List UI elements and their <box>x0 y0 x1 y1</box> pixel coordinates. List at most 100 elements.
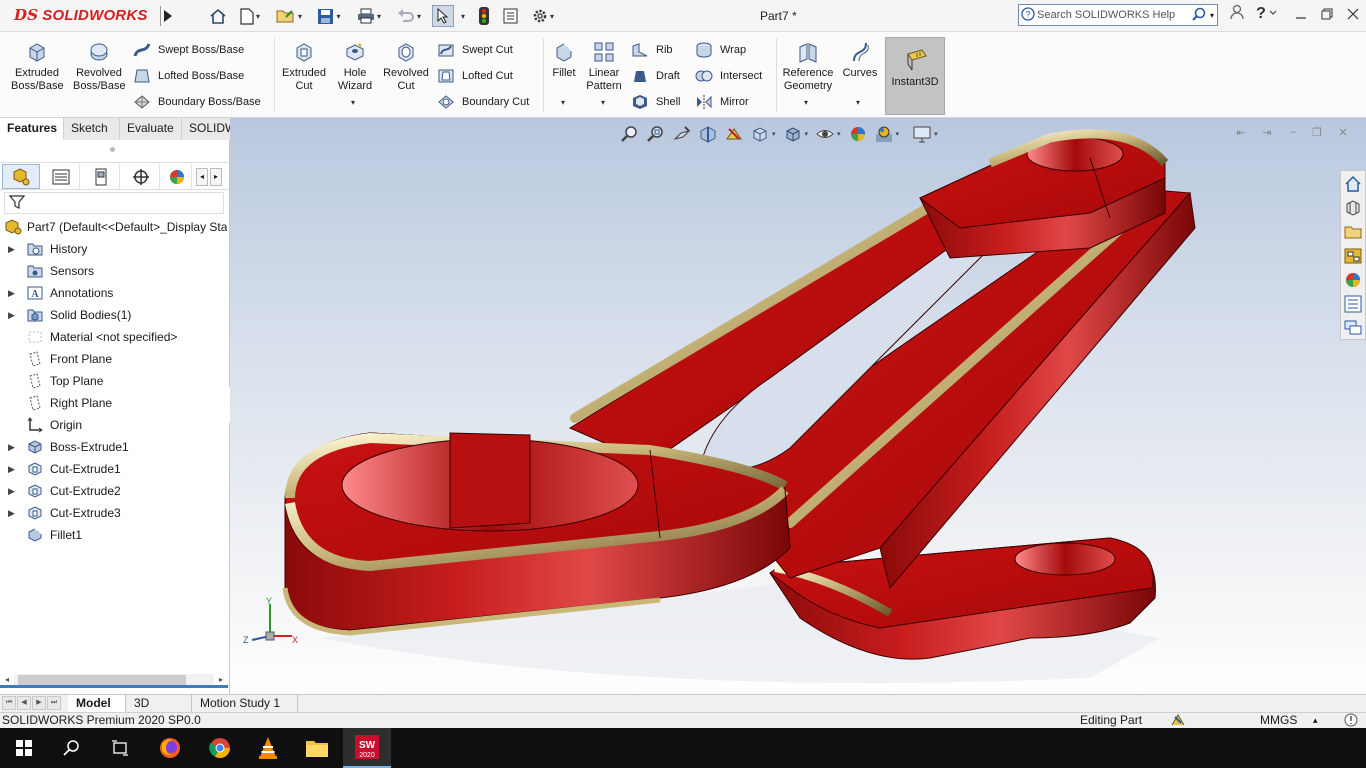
scroll-thumb[interactable] <box>18 675 186 685</box>
rib-button[interactable]: Rib <box>630 40 673 60</box>
design-library-icon[interactable] <box>1341 197 1365 219</box>
tree-root-part[interactable]: Part7 (Default<<Default>_Display Sta <box>0 216 228 238</box>
minimize-window-icon[interactable] <box>1288 4 1314 26</box>
next-tab-arrow-icon[interactable]: ▶ <box>32 696 46 710</box>
save-icon[interactable]: ▾ <box>312 5 346 27</box>
last-tab-arrow-icon[interactable]: ⏭ <box>47 696 61 710</box>
instant3d-button[interactable]: Instant3D <box>885 37 945 115</box>
panel-grip-icon[interactable] <box>110 147 115 152</box>
expand-arrow-icon[interactable]: ▶ <box>8 442 16 453</box>
feature-tree-tab-icon[interactable] <box>2 164 40 189</box>
tree-item-top-plane[interactable]: Top Plane <box>0 370 228 392</box>
tree-item-sensors[interactable]: Sensors <box>0 260 228 282</box>
undo-icon[interactable]: ▾ <box>392 5 426 27</box>
tab-model[interactable]: Model <box>68 695 126 712</box>
firefox-icon[interactable] <box>146 728 194 768</box>
solidworks-resources-home-icon[interactable] <box>1341 173 1365 195</box>
tree-filter-box[interactable] <box>4 192 224 214</box>
linear-pattern-button[interactable]: Linear Pattern <box>584 40 624 93</box>
intersect-button[interactable]: Intersect <box>694 66 762 86</box>
units-system-text[interactable]: MMGS <box>1260 713 1297 727</box>
previous-tab-arrow-icon[interactable]: ◀ <box>17 696 31 710</box>
home-icon[interactable] <box>206 5 230 27</box>
close-window-icon[interactable] <box>1340 4 1366 26</box>
draft-button[interactable]: Draft <box>630 66 680 86</box>
custom-properties-icon[interactable] <box>1341 293 1365 315</box>
tabs-scroll-right-icon[interactable]: ▸ <box>210 168 222 186</box>
filter-funnel-icon[interactable] <box>8 194 26 213</box>
tab-sketch[interactable]: Sketch <box>64 118 120 140</box>
shell-button[interactable]: Shell <box>630 92 680 112</box>
tabs-scroll-left-icon[interactable]: ◂ <box>196 168 208 186</box>
rebuild-traffic-light-icon[interactable] <box>474 5 494 27</box>
open-folder-icon[interactable]: ▾ <box>272 5 306 27</box>
tree-item-material-not-specified[interactable]: Material <not specified> <box>0 326 228 348</box>
mirror-button[interactable]: Mirror <box>694 92 749 112</box>
tree-item-front-plane[interactable]: Front Plane <box>0 348 228 370</box>
search-icon[interactable] <box>48 728 96 768</box>
revolved-boss-button[interactable]: Revolved Boss/Base <box>70 40 128 93</box>
revolved-cut-button[interactable]: Revolved Cut <box>380 40 432 93</box>
solidworks-forum-icon[interactable] <box>1341 317 1365 339</box>
swept-boss-button[interactable]: Swept Boss/Base <box>132 40 244 60</box>
tab-motion-study[interactable]: Motion Study 1 <box>192 695 298 712</box>
solidworks-logo[interactable]: DS SOLIDWORKS <box>14 6 148 24</box>
select-dropdown-icon[interactable]: ▾ <box>456 5 468 27</box>
lofted-cut-button[interactable]: Lofted Cut <box>436 66 513 86</box>
options-gear-icon[interactable]: ▾ <box>526 5 560 27</box>
tab-3d-views[interactable]: 3D Views <box>126 695 192 726</box>
expand-arrow-icon[interactable]: ▶ <box>8 288 16 299</box>
select-cursor-icon[interactable] <box>432 5 454 27</box>
expand-arrow-icon[interactable]: ▶ <box>8 310 16 321</box>
boundary-boss-button[interactable]: Boundary Boss/Base <box>132 92 261 112</box>
tree-item-solid-bodies-1[interactable]: ▶ Solid Bodies(1) <box>0 304 228 326</box>
appearances-scenes-icon[interactable] <box>1341 269 1365 291</box>
units-dropdown-arrow-icon[interactable]: ▴ <box>1313 713 1318 727</box>
fillet-button[interactable]: Fillet <box>547 40 581 80</box>
vlc-icon[interactable] <box>244 728 292 768</box>
configuration-manager-tab-icon[interactable] <box>82 164 120 189</box>
user-account-icon[interactable] <box>1224 4 1250 26</box>
tree-item-cut-extrude2[interactable]: ▶ Cut-Extrude2 <box>0 480 228 502</box>
search-input[interactable]: Search SOLIDWORKS Help <box>1037 9 1188 21</box>
tree-item-cut-extrude1[interactable]: ▶ Cut-Extrude1 <box>0 458 228 480</box>
tree-item-right-plane[interactable]: Right Plane <box>0 392 228 414</box>
tree-item-fillet1[interactable]: Fillet1 <box>0 524 228 546</box>
chrome-icon[interactable] <box>196 728 244 768</box>
property-manager-tab-icon[interactable] <box>42 164 80 189</box>
part-3d-model[interactable] <box>230 118 1366 694</box>
expand-arrow-icon[interactable]: ▶ <box>8 244 16 255</box>
reference-geometry-button[interactable]: Reference Geometry <box>780 40 836 93</box>
tree-item-cut-extrude3[interactable]: ▶ Cut-Extrude3 <box>0 502 228 524</box>
tab-features[interactable]: Features <box>0 118 64 140</box>
dimxpert-manager-tab-icon[interactable] <box>122 164 160 189</box>
view-palette-icon[interactable] <box>1341 245 1365 267</box>
search-dropdown-icon[interactable]: ▾ <box>1210 11 1217 20</box>
solidworks-2020-icon[interactable]: SW 2020 <box>343 728 391 768</box>
search-options-icon[interactable]: ? <box>1019 6 1037 24</box>
tree-item-boss-extrude1[interactable]: ▶ Boss-Extrude1 <box>0 436 228 458</box>
file-properties-icon[interactable] <box>500 5 520 27</box>
extruded-cut-button[interactable]: Extruded Cut <box>278 40 330 93</box>
rollback-bar[interactable] <box>0 685 228 688</box>
expand-arrow-icon[interactable]: ▶ <box>8 486 16 497</box>
expand-arrow-icon[interactable]: ▶ <box>8 508 16 519</box>
print-icon[interactable]: ▾ <box>352 5 386 27</box>
curves-dropdown-icon[interactable]: ▾ <box>856 98 860 107</box>
first-tab-arrow-icon[interactable]: ⏮ <box>2 696 16 710</box>
tab-evaluate[interactable]: Evaluate <box>120 118 182 140</box>
graphics-area[interactable]: ▾ ▾ ▾ ▾ ▾ ⇤ ⇥ – ❐ ✕ Y X Z <box>230 118 1366 694</box>
lofted-boss-button[interactable]: Lofted Boss/Base <box>132 66 244 86</box>
tree-item-annotations[interactable]: ▶ A Annotations <box>0 282 228 304</box>
reference-geometry-dropdown-icon[interactable]: ▾ <box>804 98 808 107</box>
extruded-boss-button[interactable]: Extruded Boss/Base <box>8 40 66 93</box>
curves-button[interactable]: Curves <box>840 40 880 80</box>
hole-wizard-dropdown-icon[interactable]: ▾ <box>351 98 355 107</box>
swept-cut-button[interactable]: Swept Cut <box>436 40 513 60</box>
tree-item-origin[interactable]: Origin <box>0 414 228 436</box>
new-document-icon[interactable]: ▾ <box>234 5 266 27</box>
wrap-button[interactable]: Wrap <box>694 40 746 60</box>
windows-start-icon[interactable] <box>0 728 48 768</box>
fillet-dropdown-icon[interactable]: ▾ <box>561 98 565 107</box>
help-icon[interactable]: ? <box>1250 4 1282 26</box>
